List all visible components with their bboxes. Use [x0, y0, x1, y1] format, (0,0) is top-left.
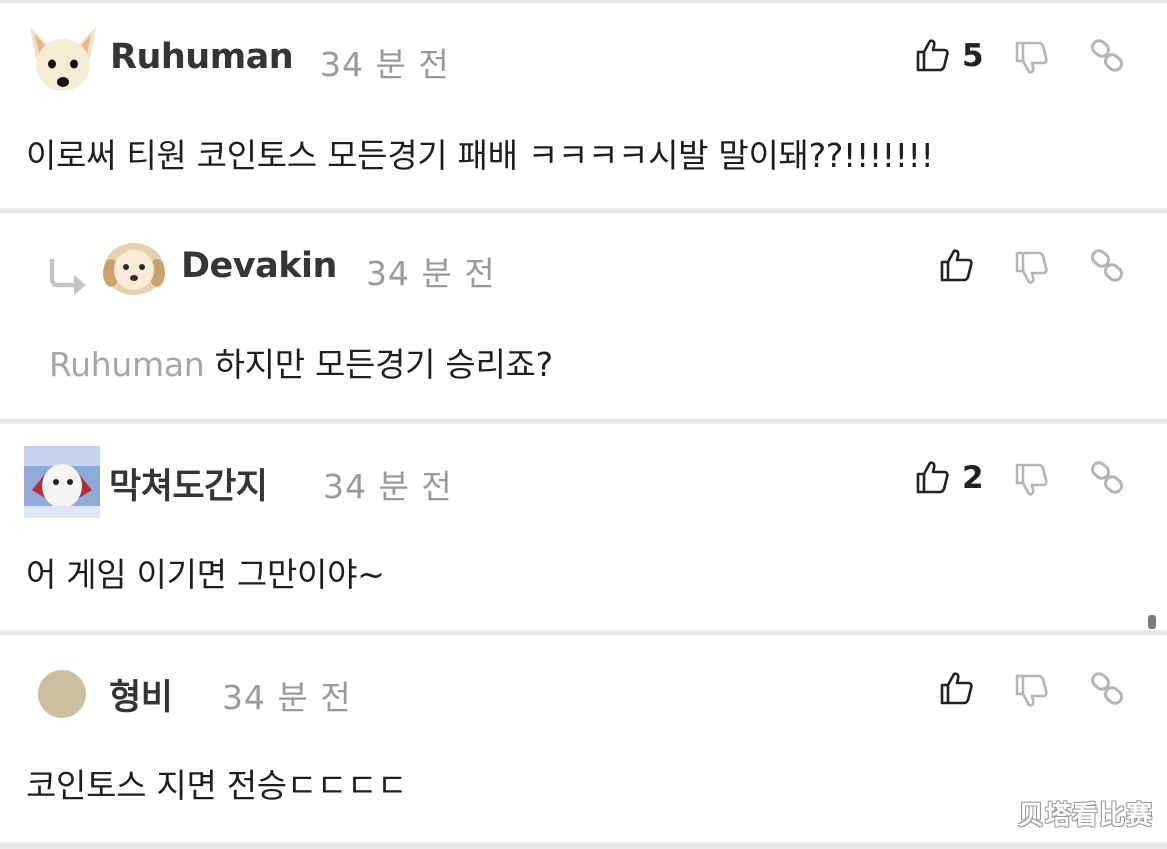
thumbs-down-icon[interactable] [1013, 250, 1049, 286]
thumbs-up-icon[interactable] [914, 37, 950, 73]
link-icon[interactable] [1089, 38, 1125, 74]
scroll-indicator[interactable] [1148, 615, 1156, 629]
like-count: 2 [962, 460, 984, 496]
timestamp: 34 분 전 [222, 678, 352, 717]
thumbs-up-icon[interactable] [938, 247, 974, 283]
bottom-divider [0, 842, 1167, 849]
reply-item: Devakin 34 분 전 Ruhuman 하지만 모든경기 승리죠? [0, 213, 1167, 419]
thumbs-down-icon[interactable] [1013, 40, 1049, 76]
thumbs-up-icon[interactable] [914, 459, 950, 495]
comment-text: 이로써 티원 코인토스 모든경기 패배 ㅋㅋㅋㅋ시발 말이돼??!!!!!!! [26, 136, 934, 175]
username[interactable]: Ruhuman [110, 37, 294, 77]
watermark: 贝塔看比赛 [1017, 801, 1153, 831]
puppy-avatar[interactable] [102, 239, 166, 297]
bird-avatar[interactable] [24, 446, 100, 518]
comment-text: 하지만 모든경기 승리죠? [214, 345, 554, 384]
username[interactable]: Devakin [181, 246, 337, 286]
comment-text: 어 게임 이기면 그만이야~ [26, 555, 385, 594]
like-count: 5 [962, 38, 984, 74]
comment-item: 막쳐도간지 34 분 전 2 어 게임 이기면 그만이야~ [0, 424, 1167, 630]
link-icon[interactable] [1089, 460, 1125, 496]
link-icon[interactable] [1089, 671, 1125, 707]
default-avatar[interactable] [38, 670, 86, 718]
thumbs-up-icon[interactable] [938, 670, 974, 706]
link-icon[interactable] [1089, 248, 1125, 284]
username[interactable]: 막쳐도간지 [109, 458, 268, 509]
mention-link[interactable]: Ruhuman [49, 345, 205, 384]
timestamp: 34 분 전 [320, 45, 450, 84]
comment-item: Ruhuman 34 분 전 5 이로써 티원 코인토스 모든경기 패배 ㅋㅋㅋ… [0, 3, 1167, 208]
comment-text: 코인토스 지면 전승ㄷㄷㄷㄷ [26, 766, 408, 805]
thumbs-down-icon[interactable] [1013, 673, 1049, 709]
timestamp: 34 분 전 [366, 254, 496, 293]
timestamp: 34 분 전 [323, 467, 453, 506]
comment-item: 형비 34 분 전 코인토스 지면 전승ㄷㄷㄷㄷ [0, 635, 1167, 842]
comment-body: Ruhuman 하지만 모든경기 승리죠? [49, 338, 553, 386]
reply-arrow-icon [44, 255, 88, 295]
username[interactable]: 형비 [109, 669, 173, 720]
thumbs-down-icon[interactable] [1013, 462, 1049, 498]
chihuahua-avatar[interactable] [26, 25, 100, 95]
